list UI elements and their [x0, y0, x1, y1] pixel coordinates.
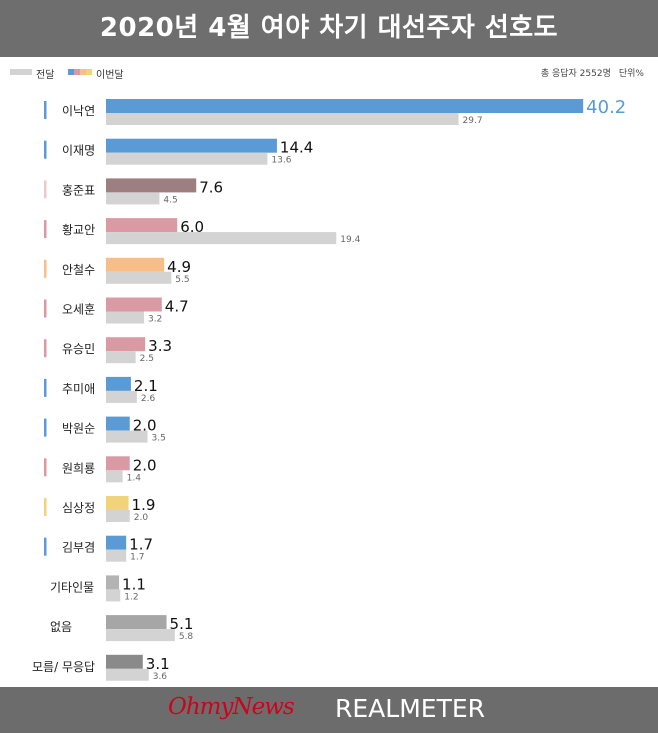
current-bar — [106, 337, 146, 352]
category-label: 박원순 — [62, 422, 95, 436]
previous-value-label: 2.6 — [141, 394, 156, 404]
category-label: 오세훈 — [62, 303, 95, 317]
current-value-label: 2.1 — [134, 377, 158, 395]
category-label: 원희룡 — [62, 461, 95, 475]
previous-bar — [106, 192, 160, 205]
party-marker — [44, 299, 47, 318]
current-value-label: 7.6 — [199, 178, 223, 196]
previous-bar — [106, 311, 144, 324]
previous-value-label: 3.5 — [152, 434, 166, 444]
current-bar — [106, 138, 277, 153]
previous-value-label: 1.7 — [130, 553, 144, 563]
current-bar — [106, 297, 162, 312]
previous-value-label: 1.4 — [127, 473, 142, 483]
previous-value-label: 4.5 — [163, 195, 177, 205]
party-marker — [44, 140, 47, 159]
current-value-label: 2.0 — [133, 456, 157, 474]
current-value-label: 1.9 — [132, 496, 156, 514]
previous-bar — [106, 510, 130, 522]
current-bar — [106, 456, 130, 471]
category-label: 홍준표 — [62, 183, 95, 197]
category-label: 황교안 — [62, 223, 95, 237]
current-value-label: 1.7 — [129, 536, 153, 554]
party-marker — [44, 220, 47, 239]
current-value-label: 4.7 — [165, 298, 189, 316]
party-marker — [44, 339, 47, 358]
previous-value-label: 3.6 — [153, 672, 168, 682]
previous-value-label: 1.2 — [124, 592, 138, 602]
current-value-label: 1.1 — [122, 575, 146, 593]
current-value-label: 40.2 — [586, 97, 626, 118]
current-bar — [106, 416, 130, 431]
previous-value-label: 5.5 — [175, 275, 189, 285]
previous-bar — [106, 232, 337, 245]
previous-bar — [106, 589, 121, 602]
previous-value-label: 2.0 — [134, 513, 149, 523]
current-value-label: 3.3 — [148, 337, 172, 355]
category-label: 이낙연 — [62, 104, 95, 118]
category-label: 기타인물 — [50, 580, 94, 594]
current-value-label: 14.4 — [280, 139, 313, 157]
current-bar — [106, 496, 129, 510]
previous-value-label: 5.8 — [179, 632, 194, 642]
footer-bar — [0, 687, 658, 733]
previous-value-label: 3.2 — [148, 315, 162, 325]
previous-value-label: 2.5 — [140, 354, 154, 364]
current-bar — [106, 376, 131, 391]
party-marker — [44, 498, 47, 516]
previous-bar — [106, 668, 149, 681]
previous-bar — [106, 390, 137, 403]
current-bar — [106, 218, 178, 233]
category-label: 추미애 — [62, 382, 95, 396]
current-bar — [106, 535, 127, 550]
previous-bar — [106, 271, 172, 284]
category-label: 심상정 — [62, 501, 95, 515]
current-bar — [106, 99, 584, 113]
category-label: 유승민 — [62, 342, 95, 356]
previous-bar — [106, 549, 127, 562]
current-value-label: 3.1 — [146, 655, 170, 673]
category-label: 안철수 — [62, 263, 95, 277]
current-bar — [106, 178, 197, 193]
party-marker — [44, 378, 47, 397]
current-bar — [106, 654, 143, 669]
previous-value-label: 13.6 — [271, 156, 291, 166]
party-marker — [44, 180, 47, 199]
bar-chart: 이낙연 40.229.7이재명 14.413.6홍준표 7.64.5황교안 6.019.… — [32, 97, 626, 682]
category-label: 모름/ 무응답 — [32, 660, 95, 674]
realmeter-logo: REALMETER — [335, 694, 485, 723]
previous-value-label: 19.4 — [340, 235, 360, 245]
party-marker — [44, 418, 47, 437]
previous-value-label: 29.7 — [463, 116, 483, 126]
party-marker — [44, 458, 47, 477]
current-bar — [106, 575, 120, 590]
previous-bar — [106, 351, 136, 364]
ohmynews-logo: OhmyNews — [168, 694, 295, 720]
current-bar — [106, 615, 167, 630]
party-marker — [44, 537, 47, 556]
previous-bar — [106, 470, 123, 483]
previous-bar — [106, 113, 459, 125]
category-label: 김부겸 — [62, 541, 95, 555]
current-bar — [106, 257, 165, 272]
category-label: 이재명 — [62, 144, 95, 158]
party-marker — [44, 259, 47, 278]
previous-bar — [106, 629, 175, 642]
previous-bar — [106, 430, 148, 443]
party-marker — [44, 101, 47, 119]
previous-bar — [106, 152, 268, 165]
category-label: 없음 — [50, 620, 72, 634]
